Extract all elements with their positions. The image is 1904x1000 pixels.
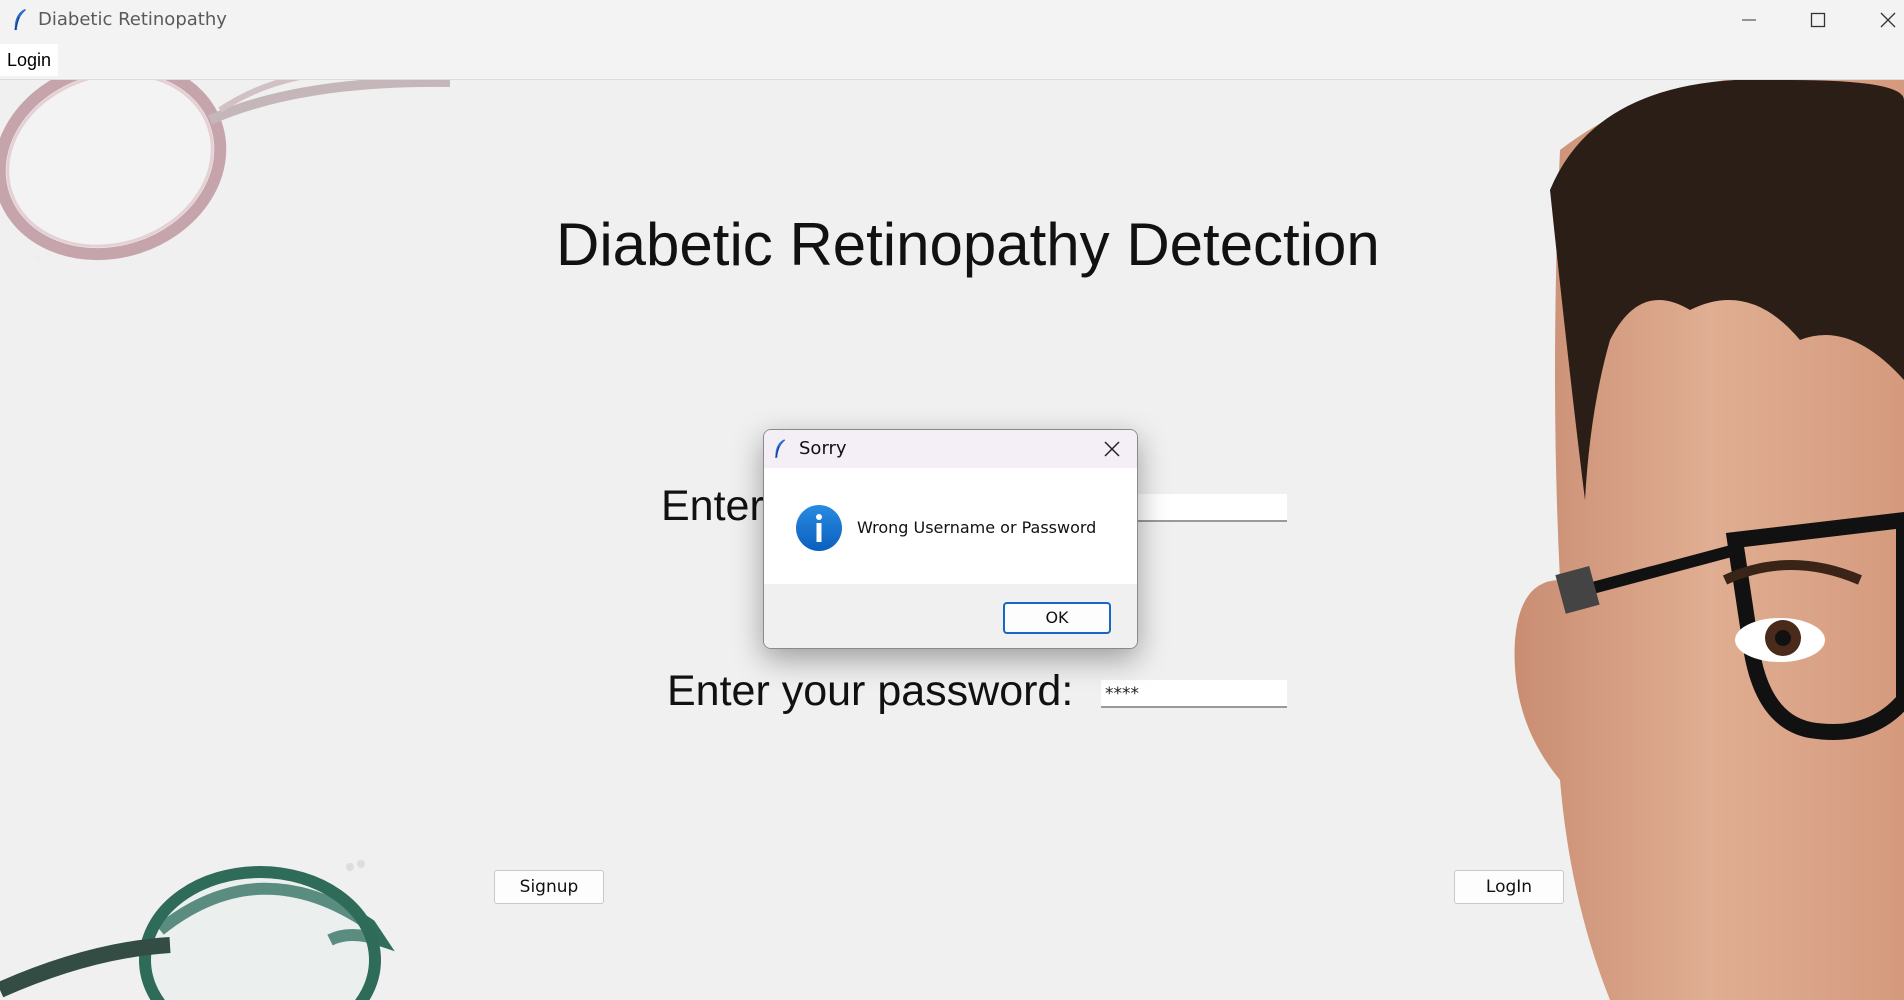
signup-button[interactable]: Signup	[494, 870, 604, 904]
window-title: Diabetic Retinopathy	[38, 9, 227, 30]
feather-icon	[773, 438, 787, 464]
man-with-glasses-image	[1514, 80, 1904, 1000]
ok-button[interactable]: OK	[1003, 602, 1111, 634]
password-label: Enter your password:	[667, 667, 1074, 715]
menubar: Login	[0, 40, 1904, 80]
maximize-icon	[1810, 12, 1826, 28]
dialog-message: Wrong Username or Password	[857, 518, 1097, 537]
minimize-button[interactable]	[1719, 0, 1779, 40]
password-field[interactable]: ****	[1101, 680, 1287, 708]
login-button[interactable]: LogIn	[1454, 870, 1564, 904]
red-glasses-image	[0, 80, 451, 261]
maximize-button[interactable]	[1788, 0, 1848, 40]
feather-icon	[12, 8, 28, 36]
green-glasses-image	[0, 860, 395, 1000]
info-icon	[796, 505, 842, 551]
close-icon	[1880, 12, 1896, 28]
dialog-title: Sorry	[799, 438, 847, 459]
error-dialog: Sorry Wrong Username or Password OK	[763, 429, 1138, 649]
close-icon	[1104, 441, 1120, 457]
dialog-close-button[interactable]	[1095, 432, 1129, 466]
menu-item-login[interactable]: Login	[0, 44, 59, 76]
dialog-titlebar: Sorry	[764, 430, 1137, 468]
minimize-icon	[1742, 19, 1756, 21]
window-titlebar: Diabetic Retinopathy	[0, 0, 1904, 40]
close-button[interactable]	[1858, 0, 1904, 40]
